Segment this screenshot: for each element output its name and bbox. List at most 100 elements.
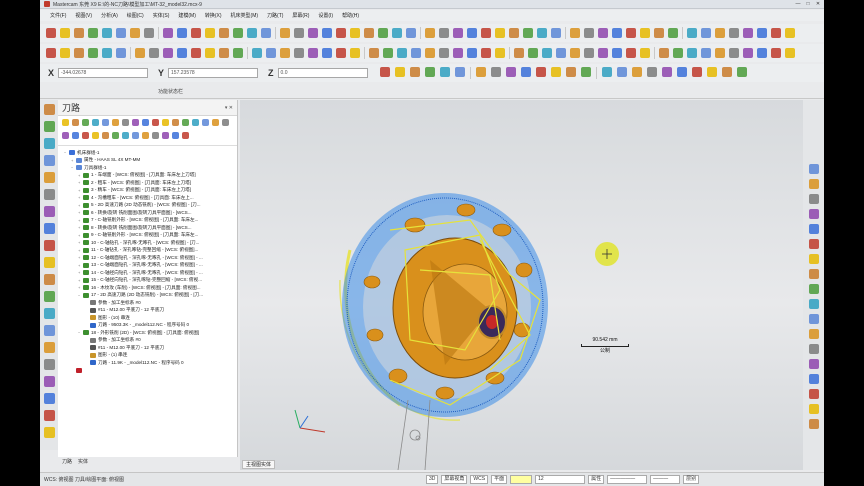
layer-icon[interactable] [202, 119, 209, 126]
solid-icon[interactable] [142, 119, 149, 126]
undo-icon[interactable] [598, 48, 608, 58]
circle-icon[interactable] [162, 119, 169, 126]
zoom-icon[interactable] [736, 67, 747, 77]
status-3d-toggle[interactable]: 3D [426, 475, 439, 484]
trim-icon[interactable] [580, 67, 591, 77]
expander-icon[interactable]: + [78, 180, 82, 185]
tree-row[interactable]: − 18 - 外形铣削 (2D) - [WCS: 俯视图] - [刀具面: 俯视图… [64, 329, 237, 337]
circle-icon[interactable] [808, 314, 819, 324]
layer-icon[interactable] [743, 28, 753, 38]
menu-screen[interactable]: 屏幕(R) [292, 12, 309, 19]
cursor-crosshair-icon[interactable] [280, 28, 290, 38]
tree-row[interactable]: − 17 - 2D 高速刀路 (2D 动态铣削) - [WCS: 俯视图] - [… [64, 292, 237, 300]
zoom-icon[interactable] [122, 132, 129, 139]
new-file-icon[interactable] [542, 48, 552, 58]
tree-row[interactable]: #11 - M12.00 平底刀 - 12 平底刀 [64, 307, 237, 315]
undo-icon[interactable] [706, 67, 717, 77]
cursor-crosshair-icon[interactable] [43, 376, 55, 387]
circle-icon[interactable] [191, 28, 201, 38]
tree-row[interactable]: +5 - 2D 高速刀路 (2D 动态铣削) - [WCS: 俯视图] - [刀… [64, 202, 237, 210]
print-icon[interactable] [691, 67, 702, 77]
help-icon[interactable] [808, 389, 819, 399]
layer-icon[interactable] [495, 48, 505, 58]
z-coordinate-input[interactable]: 0.0 [277, 68, 368, 78]
expander-icon[interactable]: + [78, 240, 82, 245]
expander-icon[interactable]: + [78, 218, 82, 223]
layer-icon[interactable] [495, 28, 505, 38]
help-icon[interactable] [261, 28, 271, 38]
expander-icon[interactable]: + [78, 263, 82, 268]
point-icon[interactable] [467, 28, 477, 38]
redo-icon[interactable] [721, 67, 732, 77]
rotate-icon[interactable] [392, 28, 402, 38]
open-icon[interactable] [60, 48, 70, 58]
open-icon[interactable] [556, 48, 566, 58]
tree-row[interactable] [64, 367, 237, 375]
menu-xform[interactable]: 转换(X) [205, 12, 222, 19]
cursor-crosshair-icon[interactable] [523, 28, 533, 38]
trim-icon[interactable] [233, 48, 243, 58]
tree-row[interactable]: +3 - 精车 - [WCS: 俯视图] - [刀具面: 车床左上刀塔] [64, 187, 237, 195]
redo-icon[interactable] [612, 48, 622, 58]
arc-icon[interactable] [808, 329, 819, 339]
tree-row[interactable]: +10 - C-轴钻孔 - 深孔啄-无啄孔 - [WCS: 俯视图] - [刀.… [64, 239, 237, 247]
zoom-icon[interactable] [135, 48, 145, 58]
save-icon[interactable] [570, 28, 580, 38]
line-icon[interactable] [425, 48, 435, 58]
expander-icon[interactable]: − [78, 330, 82, 335]
print-icon[interactable] [88, 28, 98, 38]
undo-icon[interactable] [102, 132, 109, 139]
line-icon[interactable] [152, 119, 159, 126]
redo-icon[interactable] [112, 119, 119, 126]
point-icon[interactable] [467, 48, 477, 58]
save-icon[interactable] [82, 132, 89, 139]
status-level[interactable]: 12 [535, 475, 586, 484]
minimize-button[interactable]: — [794, 1, 802, 7]
arc-icon[interactable] [453, 28, 463, 38]
tree-row[interactable]: +9 - C-轴铣削外形 - [WCS: 俯视图] - [刀具面: 车床左... [64, 232, 237, 240]
close-button[interactable]: ✕ [814, 1, 822, 7]
save-icon[interactable] [43, 138, 55, 149]
solid-icon[interactable] [43, 240, 55, 251]
undo-icon[interactable] [598, 28, 608, 38]
open-icon[interactable] [72, 132, 79, 139]
menu-view[interactable]: 视图(V) [75, 12, 92, 19]
tree-row[interactable]: − 机床群组-1 [64, 149, 237, 157]
zoom-icon[interactable] [122, 119, 129, 126]
new-file-icon[interactable] [62, 132, 69, 139]
tab-toolpaths[interactable]: 刀路 [62, 458, 72, 468]
arc-icon[interactable] [205, 48, 215, 58]
status-layer[interactable]: 层别 [683, 475, 700, 484]
y-coordinate-input[interactable]: 157.23578 [168, 68, 259, 78]
undo-icon[interactable] [439, 67, 450, 77]
zoom-icon[interactable] [626, 28, 636, 38]
save-icon[interactable] [570, 48, 580, 58]
tab-solids[interactable]: 实体 [78, 458, 88, 468]
zoom-icon[interactable] [378, 28, 388, 38]
expander-icon[interactable]: + [78, 278, 82, 283]
open-icon[interactable] [60, 28, 70, 38]
expander-icon[interactable]: + [78, 225, 82, 230]
tree-row[interactable]: +6 - 转换/旋转 铣削面图/旋转刀具平面图] - [WCS... [64, 209, 237, 217]
cursor-crosshair-icon[interactable] [222, 119, 229, 126]
maximize-button[interactable]: □ [804, 1, 812, 7]
help-icon[interactable] [757, 28, 767, 38]
open-icon[interactable] [72, 119, 79, 126]
expander-icon[interactable]: + [78, 285, 82, 290]
status-screen-view[interactable]: 屏幕视角 [441, 475, 468, 484]
rotate-icon[interactable] [149, 48, 159, 58]
redo-icon[interactable] [43, 189, 55, 200]
arc-icon[interactable] [453, 48, 463, 58]
new-file-icon[interactable] [646, 67, 657, 77]
print-icon[interactable] [424, 67, 435, 77]
point-icon[interactable] [715, 48, 725, 58]
layer-icon[interactable] [247, 28, 257, 38]
tree-row[interactable]: 参数 - 加工坐标系 #0 [64, 337, 237, 345]
save-icon[interactable] [322, 48, 332, 58]
expander-icon[interactable]: − [71, 165, 75, 170]
status-color-swatch[interactable] [510, 475, 533, 484]
status-line-width[interactable]: ——— [650, 475, 681, 484]
menu-toolpaths[interactable]: 刀路(T) [267, 12, 283, 19]
save-icon[interactable] [74, 28, 84, 38]
print-icon[interactable] [336, 48, 346, 58]
